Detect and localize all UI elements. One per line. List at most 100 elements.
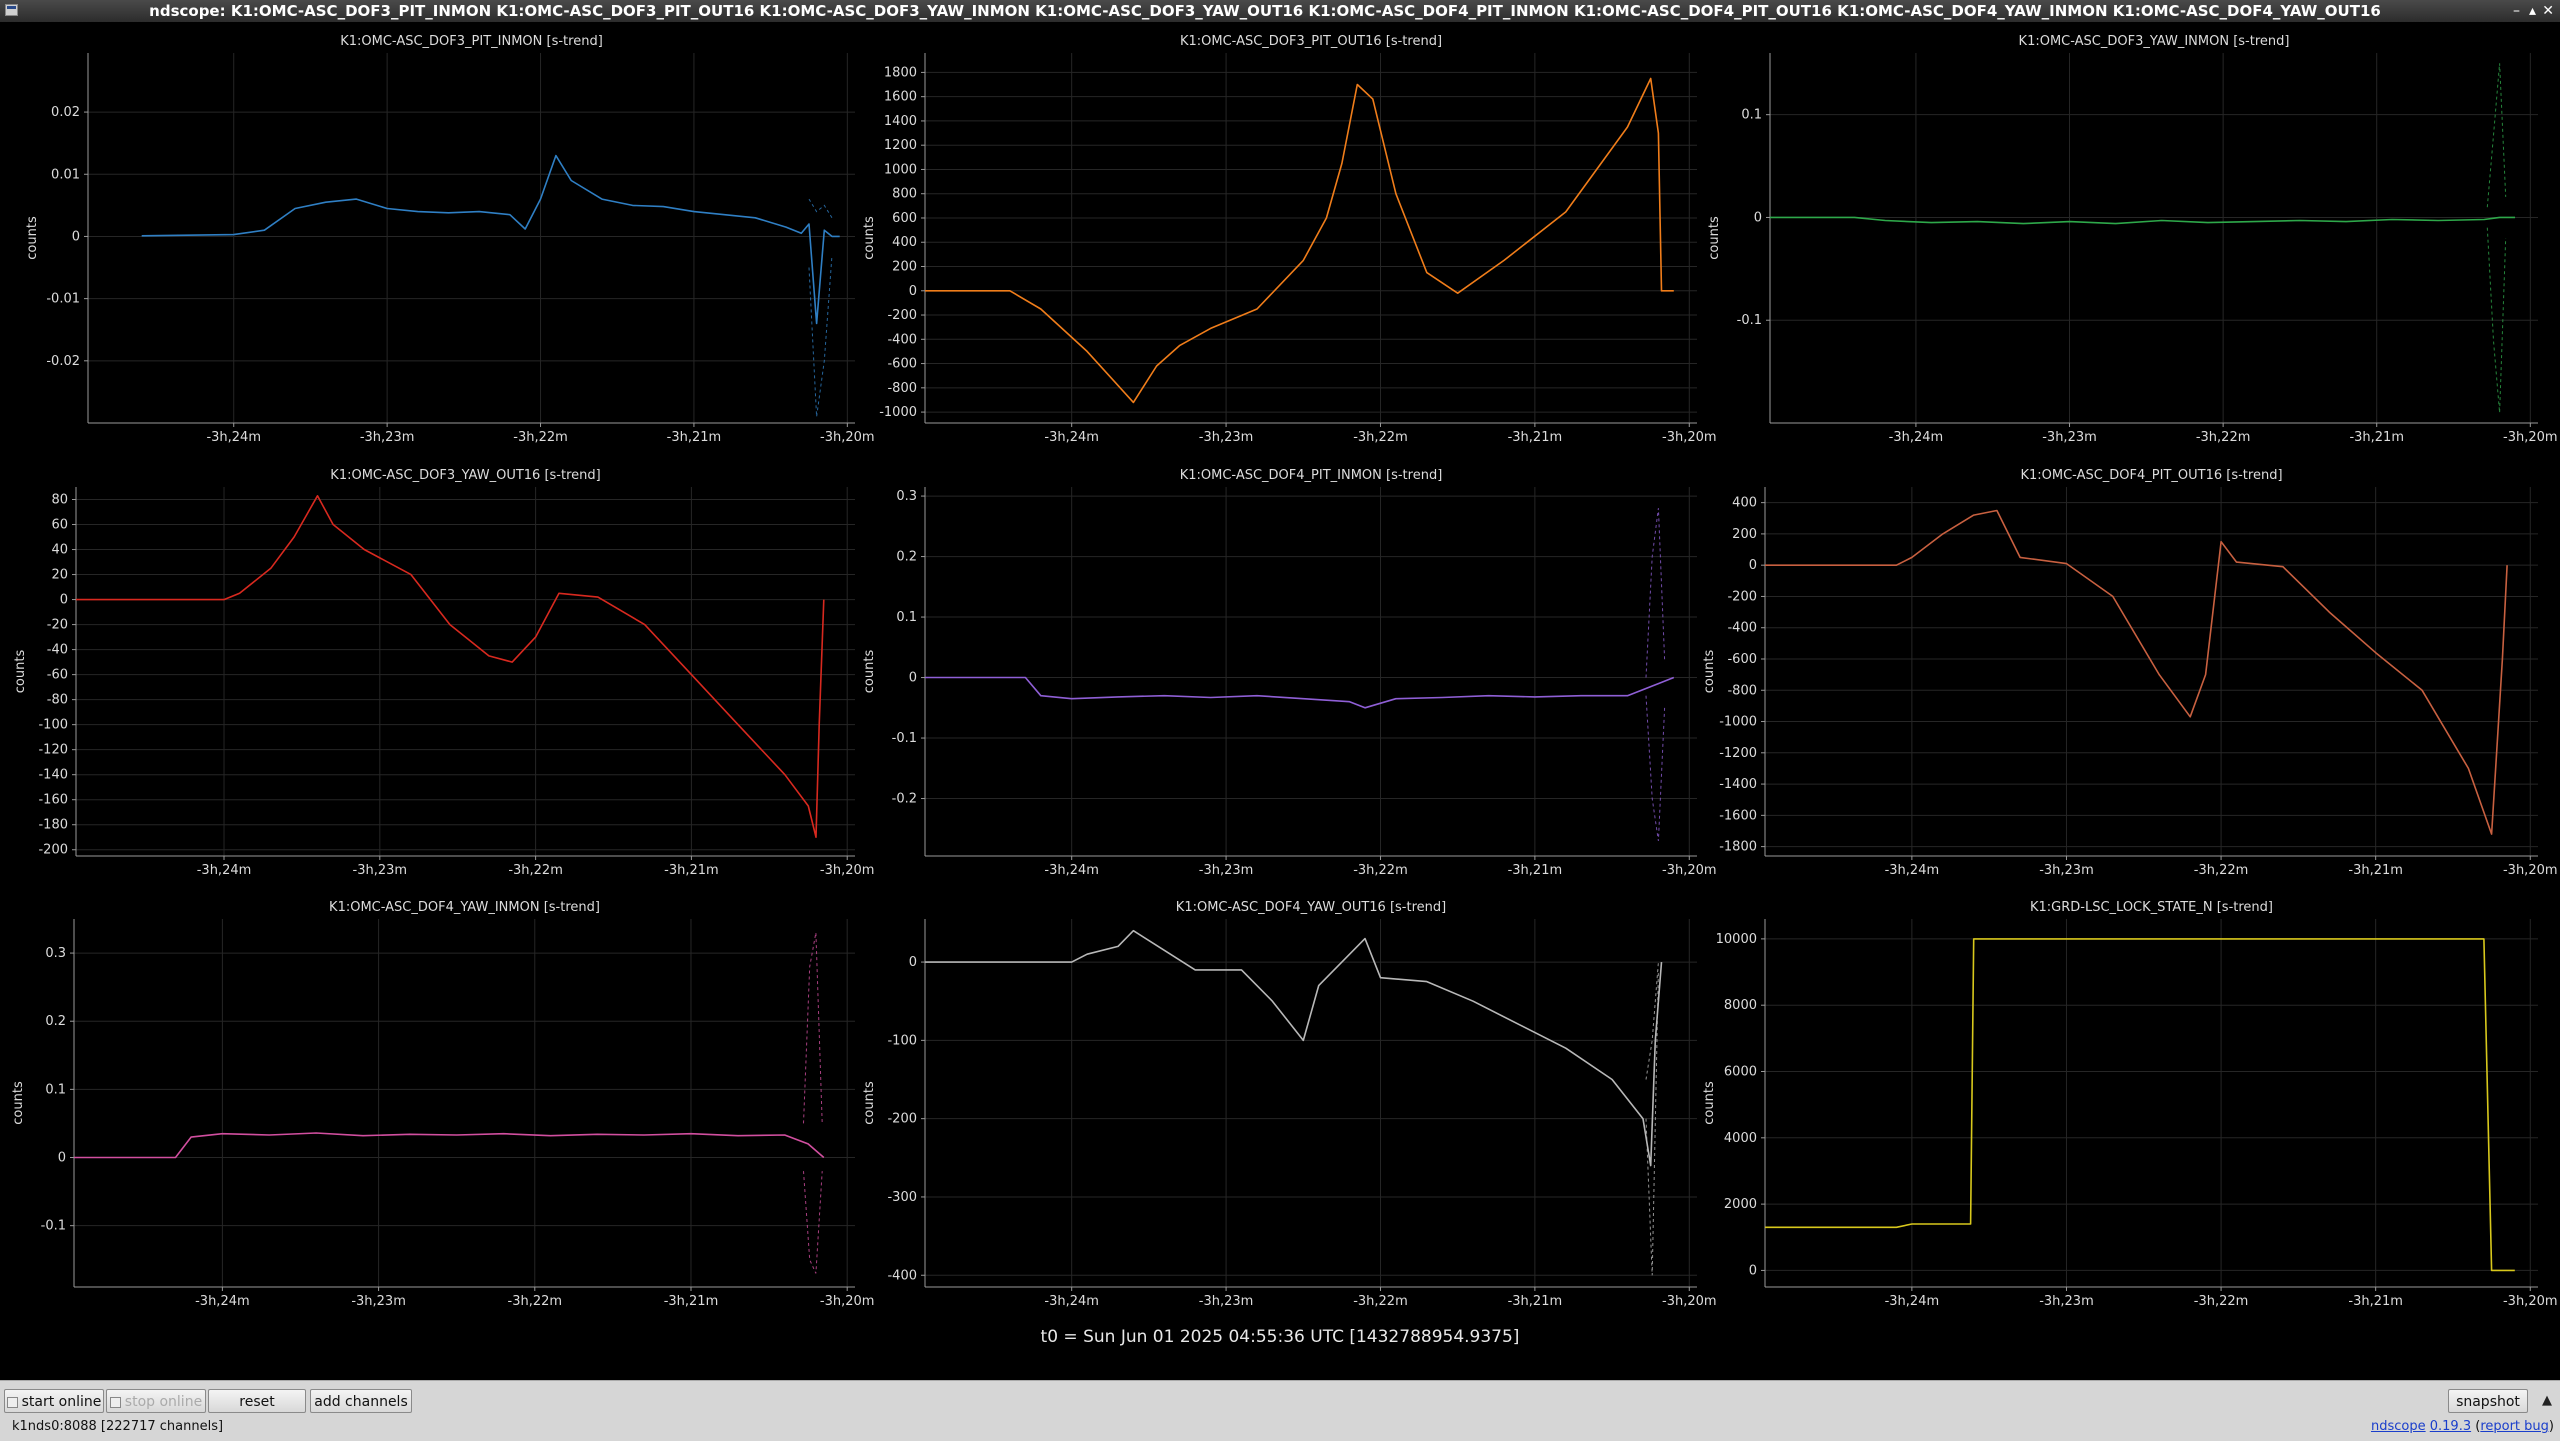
plot-panel[interactable]: K1:OMC-ASC_DOF4_YAW_OUT16 [s-trend] -400 -… [862,900,1717,1309]
y-tick-label: 1400 [884,114,917,129]
plot-panel[interactable]: K1:OMC-ASC_DOF3_YAW_OUT16 [s-trend]-200-… [13,468,874,878]
x-tick-label: -3h,22m [1353,863,1408,878]
plot-panel[interactable]: K1:OMC-ASC_DOF3_PIT_INMON [s-trend] -0.02… [25,34,875,445]
y-tick-label: -180 [38,818,68,833]
x-tick-label: -3h,24m [1885,1294,1940,1309]
y-tick-label: 0 [1749,1263,1757,1278]
stop-icon [109,1396,121,1408]
y-tick-label: 6000 [1724,1065,1757,1080]
y-tick-label: 0 [60,593,68,608]
y-tick-label: 8000 [1724,998,1757,1013]
y-tick-label: -1000 [1719,715,1757,730]
y-tick-label: 0.3 [45,946,66,961]
x-tick-label: -3h,24m [1044,430,1099,445]
close-icon[interactable]: ✕ [2542,1,2554,21]
series-line [925,77,1674,404]
y-tick-label: -200 [887,1112,917,1127]
plot-panel[interactable]: K1:GRD-LSC_LOCK_STATE_N [s-trend] 0 2000 40… [1702,900,2558,1309]
x-tick-label: -3h,23m [360,430,415,445]
y-tick-label: 0.2 [45,1014,66,1029]
x-tick-label: -3h,21m [2349,430,2404,445]
y-tick-label: 80 [51,493,68,508]
report-bug-link[interactable]: report bug [2480,1419,2549,1434]
window-menu-icon[interactable] [5,4,18,16]
y-tick-label: -80 [47,693,68,708]
x-tick-label: -3h,24m [1044,1294,1099,1309]
plot-title: K1:OMC-ASC_DOF4_YAW_OUT16 [s-trend] [1176,900,1446,915]
y-tick-label: 0 [1754,210,1762,225]
plot-title: K1:GRD-LSC_LOCK_STATE_N [s-trend] [2030,900,2273,915]
plot-panel[interactable]: K1:OMC-ASC_DOF3_YAW_INMON [s-trend] -0.1 0… [1707,34,2558,445]
add-channels-button[interactable]: add channels [310,1389,412,1413]
y-tick-label: 40 [51,543,68,558]
y-tick-label: -0.1 [892,731,917,746]
series-max-envelope [803,932,823,1124]
y-tick-label: -800 [1727,683,1757,698]
version-info: ndscope 0.19.3 (report bug) [2370,1419,2554,1434]
plot-title: K1:OMC-ASC_DOF3_PIT_OUT16 [s-trend] [1180,34,1442,49]
plot-title: K1:OMC-ASC_DOF3_YAW_OUT16 [s-trend] [330,468,600,483]
series-line [1770,216,2515,225]
plot-panel[interactable]: K1:OMC-ASC_DOF4_YAW_INMON [s-trend] -0.1 0… [11,900,874,1309]
x-tick-label: -3h,24m [195,1294,250,1309]
stop-online-button[interactable]: stop online [106,1389,206,1413]
y-axis-label: counts [862,1081,877,1125]
y-tick-label: 200 [892,260,917,275]
y-tick-label: 1600 [884,90,917,105]
x-tick-label: -3h,24m [197,863,252,878]
collapse-icon[interactable]: ▲ [2542,1393,2552,1408]
x-tick-label: -3h,23m [1199,863,1254,878]
y-axis-label: counts [11,1081,26,1125]
plot-panel[interactable]: K1:OMC-ASC_DOF4_PIT_INMON [s-trend] -0.2 -… [862,468,1717,878]
x-tick-label: -3h,23m [2039,863,2094,878]
y-axis-label: counts [862,216,877,260]
y-tick-label: 0 [909,955,917,970]
y-tick-label: -800 [887,381,917,396]
t0-label: t0 = Sun Jun 01 2025 04:55:36 UTC [14327… [1040,1327,1520,1347]
plot-area: K1:OMC-ASC_DOF3_PIT_INMON [s-trend] -0.02… [0,22,2560,1380]
x-tick-label: -3h,24m [206,430,261,445]
x-tick-label: -3h,23m [2039,1294,2094,1309]
x-tick-label: -3h,23m [1199,1294,1254,1309]
y-tick-label: -1000 [879,405,917,420]
y-tick-label: 0 [72,229,80,244]
series-min-envelope [1645,695,1666,841]
x-tick-label: -3h,22m [2196,430,2251,445]
start-online-button[interactable]: start online [4,1389,104,1413]
x-tick-label: -3h,23m [353,863,408,878]
series-line [74,1132,825,1159]
minimize-icon[interactable]: – [2513,1,2520,21]
x-tick-label: -3h,23m [1199,430,1254,445]
series-line [925,676,1675,709]
y-tick-label: 400 [1732,496,1757,511]
y-tick-label: -600 [1727,652,1757,667]
y-tick-label: 2000 [1724,1197,1757,1212]
y-tick-label: 0 [58,1151,66,1166]
y-tick-label: 600 [892,211,917,226]
y-tick-label: 200 [1732,527,1757,542]
server-status: k1nds0:8088 [222717 channels] [12,1419,224,1434]
y-axis-label: counts [1702,650,1717,694]
x-tick-label: -3h,21m [2348,1294,2403,1309]
snapshot-button[interactable]: snapshot [2448,1389,2528,1413]
series-line [76,494,825,839]
x-tick-label: -3h,21m [1508,430,1563,445]
x-tick-label: -3h,22m [508,1294,563,1309]
version-link[interactable]: 0.19.3 [2430,1419,2471,1434]
x-tick-label: -3h,20m [820,1294,875,1309]
plot-panel[interactable]: K1:OMC-ASC_DOF4_PIT_OUT16 [s-trend] -1800… [1702,468,2558,878]
y-tick-label: -120 [38,743,68,758]
y-tick-label: 0.02 [51,105,80,120]
maximize-icon[interactable]: ▴ [2529,1,2536,21]
x-tick-label: -3h,20m [820,863,875,878]
ndscope-link[interactable]: ndscope [2371,1419,2426,1434]
plot-panel[interactable]: K1:OMC-ASC_DOF3_PIT_OUT16 [s-trend] -1000… [862,34,1717,445]
y-tick-label: -400 [1727,621,1757,636]
y-tick-label: -160 [38,793,68,808]
plot-title: K1:OMC-ASC_DOF3_YAW_INMON [s-trend] [2019,34,2290,49]
y-axis-label: counts [1702,1081,1717,1125]
reset-button[interactable]: reset [208,1389,306,1413]
x-tick-label: -3h,24m [1044,863,1099,878]
y-tick-label: 800 [892,187,917,202]
bottom-toolbar: start online stop online reset add chann… [0,1380,2560,1441]
